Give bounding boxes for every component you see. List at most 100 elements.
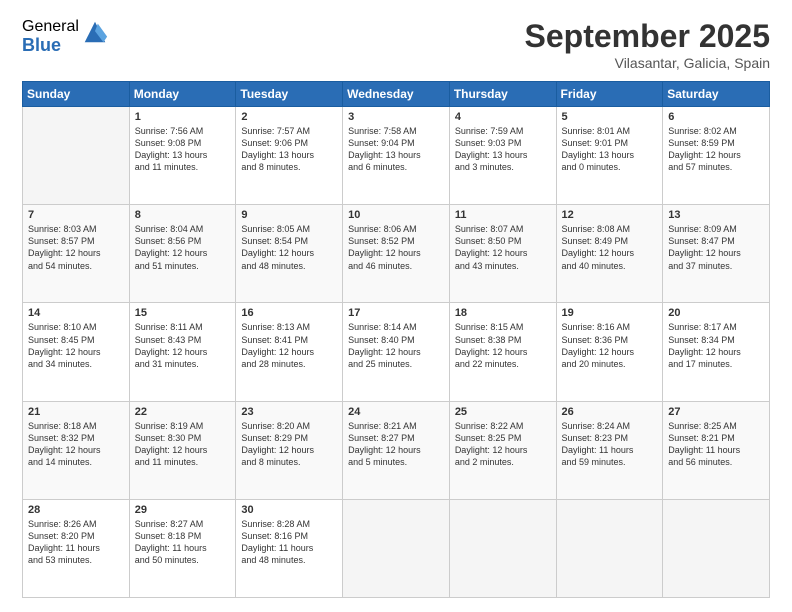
calendar-cell: 1 Sunrise: 7:56 AM Sunset: 9:08 PM Daylig…	[129, 107, 236, 205]
calendar-cell: 25 Sunrise: 8:22 AM Sunset: 8:25 PM Dayli…	[449, 401, 556, 499]
day-number: 23	[241, 406, 337, 418]
weekday-header-friday: Friday	[556, 82, 663, 107]
calendar-cell: 15 Sunrise: 8:11 AM Sunset: 8:43 PM Dayli…	[129, 303, 236, 401]
cell-text: Sunrise: 8:03 AM Sunset: 8:57 PM Dayligh…	[28, 223, 124, 272]
calendar-cell	[449, 499, 556, 597]
day-number: 16	[241, 307, 337, 319]
cell-text: Sunrise: 8:05 AM Sunset: 8:54 PM Dayligh…	[241, 223, 337, 272]
calendar-week-row: 21Sunrise: 8:18 AM Sunset: 8:32 PM Dayli…	[23, 401, 770, 499]
day-number: 15	[135, 307, 231, 319]
day-number: 8	[135, 209, 231, 221]
cell-text: Sunrise: 8:26 AM Sunset: 8:20 PM Dayligh…	[28, 518, 124, 567]
cell-text: Sunrise: 8:06 AM Sunset: 8:52 PM Dayligh…	[348, 223, 444, 272]
calendar-cell: 19 Sunrise: 8:16 AM Sunset: 8:36 PM Dayli…	[556, 303, 663, 401]
day-number: 12	[562, 209, 658, 221]
cell-text: Sunrise: 8:10 AM Sunset: 8:45 PM Dayligh…	[28, 321, 124, 370]
day-number: 24	[348, 406, 444, 418]
calendar-cell: 18 Sunrise: 8:15 AM Sunset: 8:38 PM Dayli…	[449, 303, 556, 401]
cell-text: Sunrise: 7:57 AM Sunset: 9:06 PM Dayligh…	[241, 125, 337, 174]
logo-general: General	[22, 18, 79, 36]
cell-text: Sunrise: 8:18 AM Sunset: 8:32 PM Dayligh…	[28, 420, 124, 469]
calendar-cell: 3Sunrise: 7:58 AM Sunset: 9:04 PM Daylig…	[343, 107, 450, 205]
day-number: 3	[348, 111, 444, 123]
calendar-week-row: 7Sunrise: 8:03 AM Sunset: 8:57 PM Daylig…	[23, 205, 770, 303]
day-number: 25	[455, 406, 551, 418]
calendar-cell: 22 Sunrise: 8:19 AM Sunset: 8:30 PM Dayli…	[129, 401, 236, 499]
weekday-header-thursday: Thursday	[449, 82, 556, 107]
cell-text: Sunrise: 8:15 AM Sunset: 8:38 PM Dayligh…	[455, 321, 551, 370]
day-number: 22	[135, 406, 231, 418]
day-number: 13	[668, 209, 764, 221]
calendar-cell: 14 Sunrise: 8:10 AM Sunset: 8:45 PM Dayli…	[23, 303, 130, 401]
cell-text: Sunrise: 7:56 AM Sunset: 9:08 PM Dayligh…	[135, 125, 231, 174]
cell-text: Sunrise: 8:11 AM Sunset: 8:43 PM Dayligh…	[135, 321, 231, 370]
cell-text: Sunrise: 8:20 AM Sunset: 8:29 PM Dayligh…	[241, 420, 337, 469]
cell-text: Sunrise: 8:22 AM Sunset: 8:25 PM Dayligh…	[455, 420, 551, 469]
calendar-cell: 16 Sunrise: 8:13 AM Sunset: 8:41 PM Dayli…	[236, 303, 343, 401]
calendar-cell: 9 Sunrise: 8:05 AM Sunset: 8:54 PM Daylig…	[236, 205, 343, 303]
logo: General Blue	[22, 18, 109, 55]
day-number: 1	[135, 111, 231, 123]
day-number: 4	[455, 111, 551, 123]
weekday-header-tuesday: Tuesday	[236, 82, 343, 107]
calendar-cell: 7Sunrise: 8:03 AM Sunset: 8:57 PM Daylig…	[23, 205, 130, 303]
calendar-cell: 11Sunrise: 8:07 AM Sunset: 8:50 PM Dayli…	[449, 205, 556, 303]
calendar-week-row: 1 Sunrise: 7:56 AM Sunset: 9:08 PM Daylig…	[23, 107, 770, 205]
day-number: 26	[562, 406, 658, 418]
cell-text: Sunrise: 8:09 AM Sunset: 8:47 PM Dayligh…	[668, 223, 764, 272]
cell-text: Sunrise: 8:21 AM Sunset: 8:27 PM Dayligh…	[348, 420, 444, 469]
day-number: 28	[28, 504, 124, 516]
day-number: 17	[348, 307, 444, 319]
calendar-cell: 24 Sunrise: 8:21 AM Sunset: 8:27 PM Dayli…	[343, 401, 450, 499]
calendar-cell: 20 Sunrise: 8:17 AM Sunset: 8:34 PM Dayli…	[663, 303, 770, 401]
calendar-cell: 23 Sunrise: 8:20 AM Sunset: 8:29 PM Dayli…	[236, 401, 343, 499]
day-number: 29	[135, 504, 231, 516]
logo-blue: Blue	[22, 36, 79, 56]
cell-text: Sunrise: 8:16 AM Sunset: 8:36 PM Dayligh…	[562, 321, 658, 370]
calendar-cell	[23, 107, 130, 205]
calendar-cell	[663, 499, 770, 597]
day-number: 19	[562, 307, 658, 319]
calendar-cell	[343, 499, 450, 597]
calendar-cell: 21Sunrise: 8:18 AM Sunset: 8:32 PM Dayli…	[23, 401, 130, 499]
cell-text: Sunrise: 8:07 AM Sunset: 8:50 PM Dayligh…	[455, 223, 551, 272]
day-number: 27	[668, 406, 764, 418]
cell-text: Sunrise: 8:27 AM Sunset: 8:18 PM Dayligh…	[135, 518, 231, 567]
weekday-header-saturday: Saturday	[663, 82, 770, 107]
day-number: 20	[668, 307, 764, 319]
calendar-cell: 13 Sunrise: 8:09 AM Sunset: 8:47 PM Dayli…	[663, 205, 770, 303]
header: General Blue September 2025 Vilasantar, …	[22, 18, 770, 71]
day-number: 14	[28, 307, 124, 319]
calendar-cell: 2 Sunrise: 7:57 AM Sunset: 9:06 PM Daylig…	[236, 107, 343, 205]
weekday-header-sunday: Sunday	[23, 82, 130, 107]
page: General Blue September 2025 Vilasantar, …	[0, 0, 792, 612]
cell-text: Sunrise: 8:01 AM Sunset: 9:01 PM Dayligh…	[562, 125, 658, 174]
calendar-table: SundayMondayTuesdayWednesdayThursdayFrid…	[22, 81, 770, 598]
day-number: 18	[455, 307, 551, 319]
day-number: 5	[562, 111, 658, 123]
day-number: 10	[348, 209, 444, 221]
calendar-cell: 6 Sunrise: 8:02 AM Sunset: 8:59 PM Daylig…	[663, 107, 770, 205]
weekday-header-row: SundayMondayTuesdayWednesdayThursdayFrid…	[23, 82, 770, 107]
cell-text: Sunrise: 8:02 AM Sunset: 8:59 PM Dayligh…	[668, 125, 764, 174]
calendar-cell: 28 Sunrise: 8:26 AM Sunset: 8:20 PM Dayli…	[23, 499, 130, 597]
title-block: September 2025 Vilasantar, Galicia, Spai…	[525, 18, 770, 71]
day-number: 2	[241, 111, 337, 123]
cell-text: Sunrise: 8:25 AM Sunset: 8:21 PM Dayligh…	[668, 420, 764, 469]
calendar-cell: 30 Sunrise: 8:28 AM Sunset: 8:16 PM Dayli…	[236, 499, 343, 597]
cell-text: Sunrise: 8:17 AM Sunset: 8:34 PM Dayligh…	[668, 321, 764, 370]
day-number: 30	[241, 504, 337, 516]
calendar-cell: 17Sunrise: 8:14 AM Sunset: 8:40 PM Dayli…	[343, 303, 450, 401]
cell-text: Sunrise: 8:28 AM Sunset: 8:16 PM Dayligh…	[241, 518, 337, 567]
calendar-cell: 4Sunrise: 7:59 AM Sunset: 9:03 PM Daylig…	[449, 107, 556, 205]
calendar-week-row: 28 Sunrise: 8:26 AM Sunset: 8:20 PM Dayli…	[23, 499, 770, 597]
calendar-cell: 26 Sunrise: 8:24 AM Sunset: 8:23 PM Dayli…	[556, 401, 663, 499]
calendar-week-row: 14 Sunrise: 8:10 AM Sunset: 8:45 PM Dayli…	[23, 303, 770, 401]
logo-text: General Blue	[22, 18, 79, 55]
day-number: 6	[668, 111, 764, 123]
day-number: 9	[241, 209, 337, 221]
cell-text: Sunrise: 8:24 AM Sunset: 8:23 PM Dayligh…	[562, 420, 658, 469]
calendar-cell: 8Sunrise: 8:04 AM Sunset: 8:56 PM Daylig…	[129, 205, 236, 303]
cell-text: Sunrise: 8:13 AM Sunset: 8:41 PM Dayligh…	[241, 321, 337, 370]
cell-text: Sunrise: 8:19 AM Sunset: 8:30 PM Dayligh…	[135, 420, 231, 469]
